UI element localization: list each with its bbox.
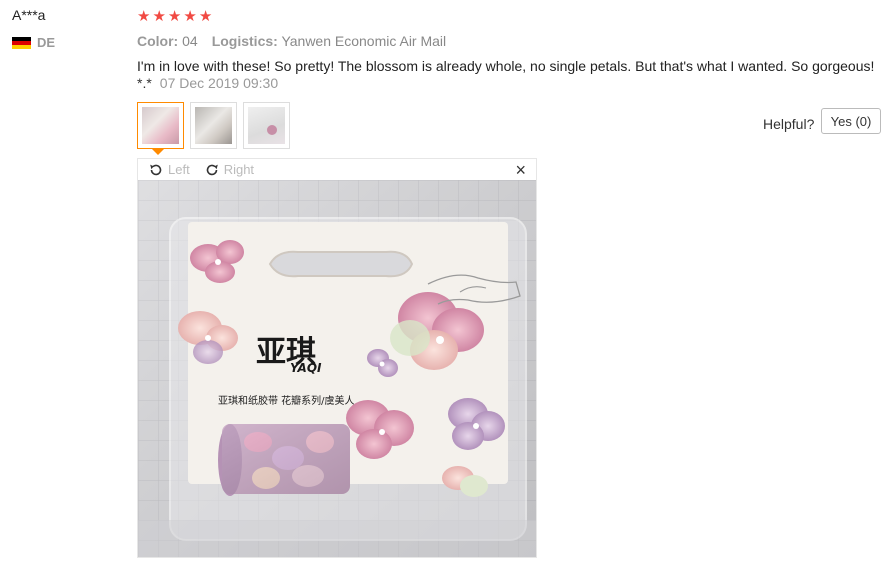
logistics-label: Logistics: <box>211 33 278 49</box>
photo-thumbnail-2[interactable] <box>190 102 237 149</box>
close-viewer-icon[interactable]: × <box>515 160 526 180</box>
reviewer-country: DE <box>12 35 55 50</box>
color-info: Color: 04 <box>137 33 198 49</box>
germany-flag-icon <box>12 36 31 49</box>
rotate-right-button[interactable]: Right <box>204 162 254 178</box>
review-photo: 亚琪 YAQI 亚琪和纸胶带 花瓣系列/虞美人 <box>138 180 536 557</box>
logistics-info: Logistics: Yanwen Economic Air Mail <box>212 33 446 49</box>
rotate-left-icon <box>150 164 162 175</box>
logistics-value: Yanwen Economic Air Mail <box>281 33 447 49</box>
rotate-left-button[interactable]: Left <box>148 162 190 178</box>
review-emoticon: *.* <box>137 75 152 91</box>
washi-tape-roll <box>218 424 350 496</box>
color-value: 04 <box>182 33 198 49</box>
rotate-left-label: Left <box>168 162 190 177</box>
reviewer-name: A***a <box>12 7 46 23</box>
review-text: I'm in love with these! So pretty! The b… <box>137 58 875 74</box>
color-label: Color: <box>137 33 179 49</box>
active-thumbnail-caret-icon <box>152 149 164 155</box>
rotate-right-label: Right <box>223 162 255 177</box>
product-photo-illustration: 亚琪 YAQI 亚琪和纸胶带 花瓣系列/虞美人 <box>138 180 536 557</box>
review-photo-thumbnails <box>137 102 290 149</box>
viewer-toolbar: Left Right × <box>138 159 536 180</box>
star-icon: ★ <box>152 8 166 25</box>
photo-thumbnail-3[interactable] <box>243 102 290 149</box>
review-date-line: *.* 07 Dec 2019 09:30 <box>137 75 278 91</box>
photo-thumbnail-1[interactable] <box>137 102 184 149</box>
review-date: 07 Dec 2019 09:30 <box>159 75 279 91</box>
helpful-label: Helpful? <box>763 116 815 132</box>
star-icon: ★ <box>137 8 151 25</box>
product-caption: 亚琪和纸胶带 花瓣系列/虞美人 <box>218 394 355 407</box>
star-icon: ★ <box>183 8 197 25</box>
star-rating: ★ ★ ★ ★ ★ <box>137 8 212 25</box>
rotate-right-icon <box>206 164 218 175</box>
star-icon: ★ <box>167 8 182 25</box>
star-icon: ★ <box>198 8 213 25</box>
order-meta: Color: 04 Logistics: Yanwen Economic Air… <box>137 33 446 49</box>
brand-latin: YAQI <box>290 361 322 375</box>
helpful-yes-button[interactable]: Yes (0) <box>821 108 881 134</box>
photo-viewer: Left Right × 亚琪 YAQI 亚琪和纸胶带 花瓣系列/虞美人 <box>137 158 537 558</box>
country-code: DE <box>37 35 56 50</box>
